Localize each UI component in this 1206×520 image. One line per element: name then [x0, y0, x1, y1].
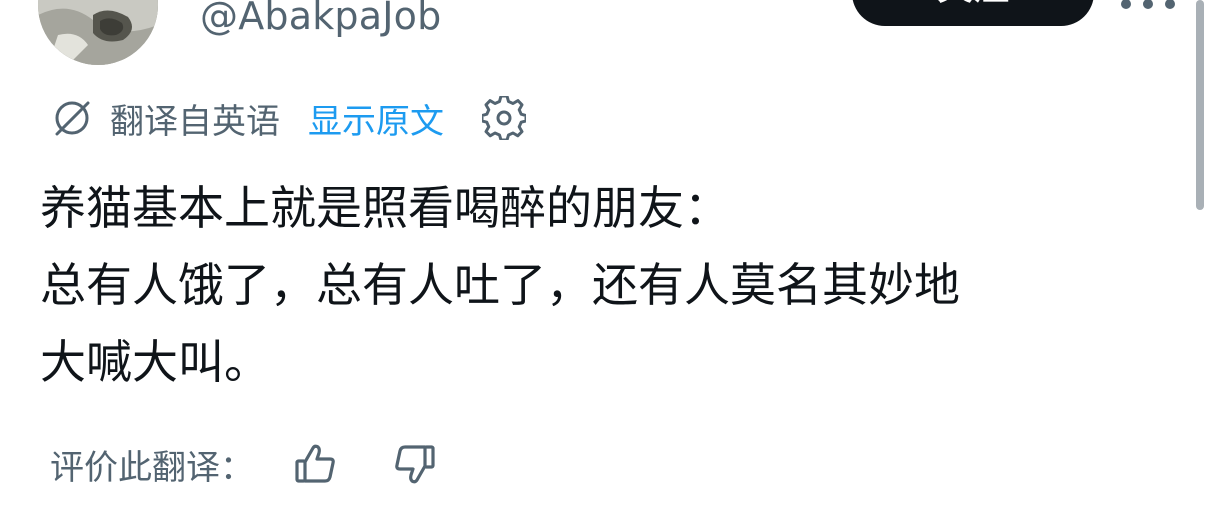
avatar-image — [38, 0, 158, 65]
tweet-text-line: 大喊大叫。 — [40, 335, 270, 389]
gear-icon[interactable] — [482, 96, 526, 140]
scrollbar[interactable] — [1196, 0, 1204, 210]
follow-button[interactable]: 关注 — [852, 0, 1094, 26]
avatar[interactable] — [38, 0, 158, 65]
rate-translation-label: 评价此翻译： — [50, 447, 254, 488]
show-original-link[interactable]: 显示原文 — [308, 94, 444, 143]
rate-translation-bar: 评价此翻译： — [50, 436, 438, 492]
more-options-icon[interactable] — [1118, 0, 1178, 16]
thumbs-up-icon[interactable] — [292, 440, 340, 488]
follow-button-label: 关注 — [937, 0, 1009, 10]
globe-icon — [55, 101, 90, 136]
translated-from-label: 翻译自英语 — [110, 101, 280, 142]
tweet-text-line: 总有人饿了，总有人吐了，还有人莫名其妙地 — [40, 258, 960, 312]
tweet-text-line: 养猫基本上就是照看喝醉的朋友： — [40, 181, 730, 235]
tweet-text: 养猫基本上就是照看喝醉的朋友： 总有人饿了，总有人吐了，还有人莫名其妙地 大喊大… — [40, 170, 1170, 401]
translation-bar: 翻译自英语 显示原文 — [50, 92, 526, 144]
user-handle[interactable]: @AbakpaJob — [200, 0, 441, 38]
thumbs-down-icon[interactable] — [390, 440, 438, 488]
